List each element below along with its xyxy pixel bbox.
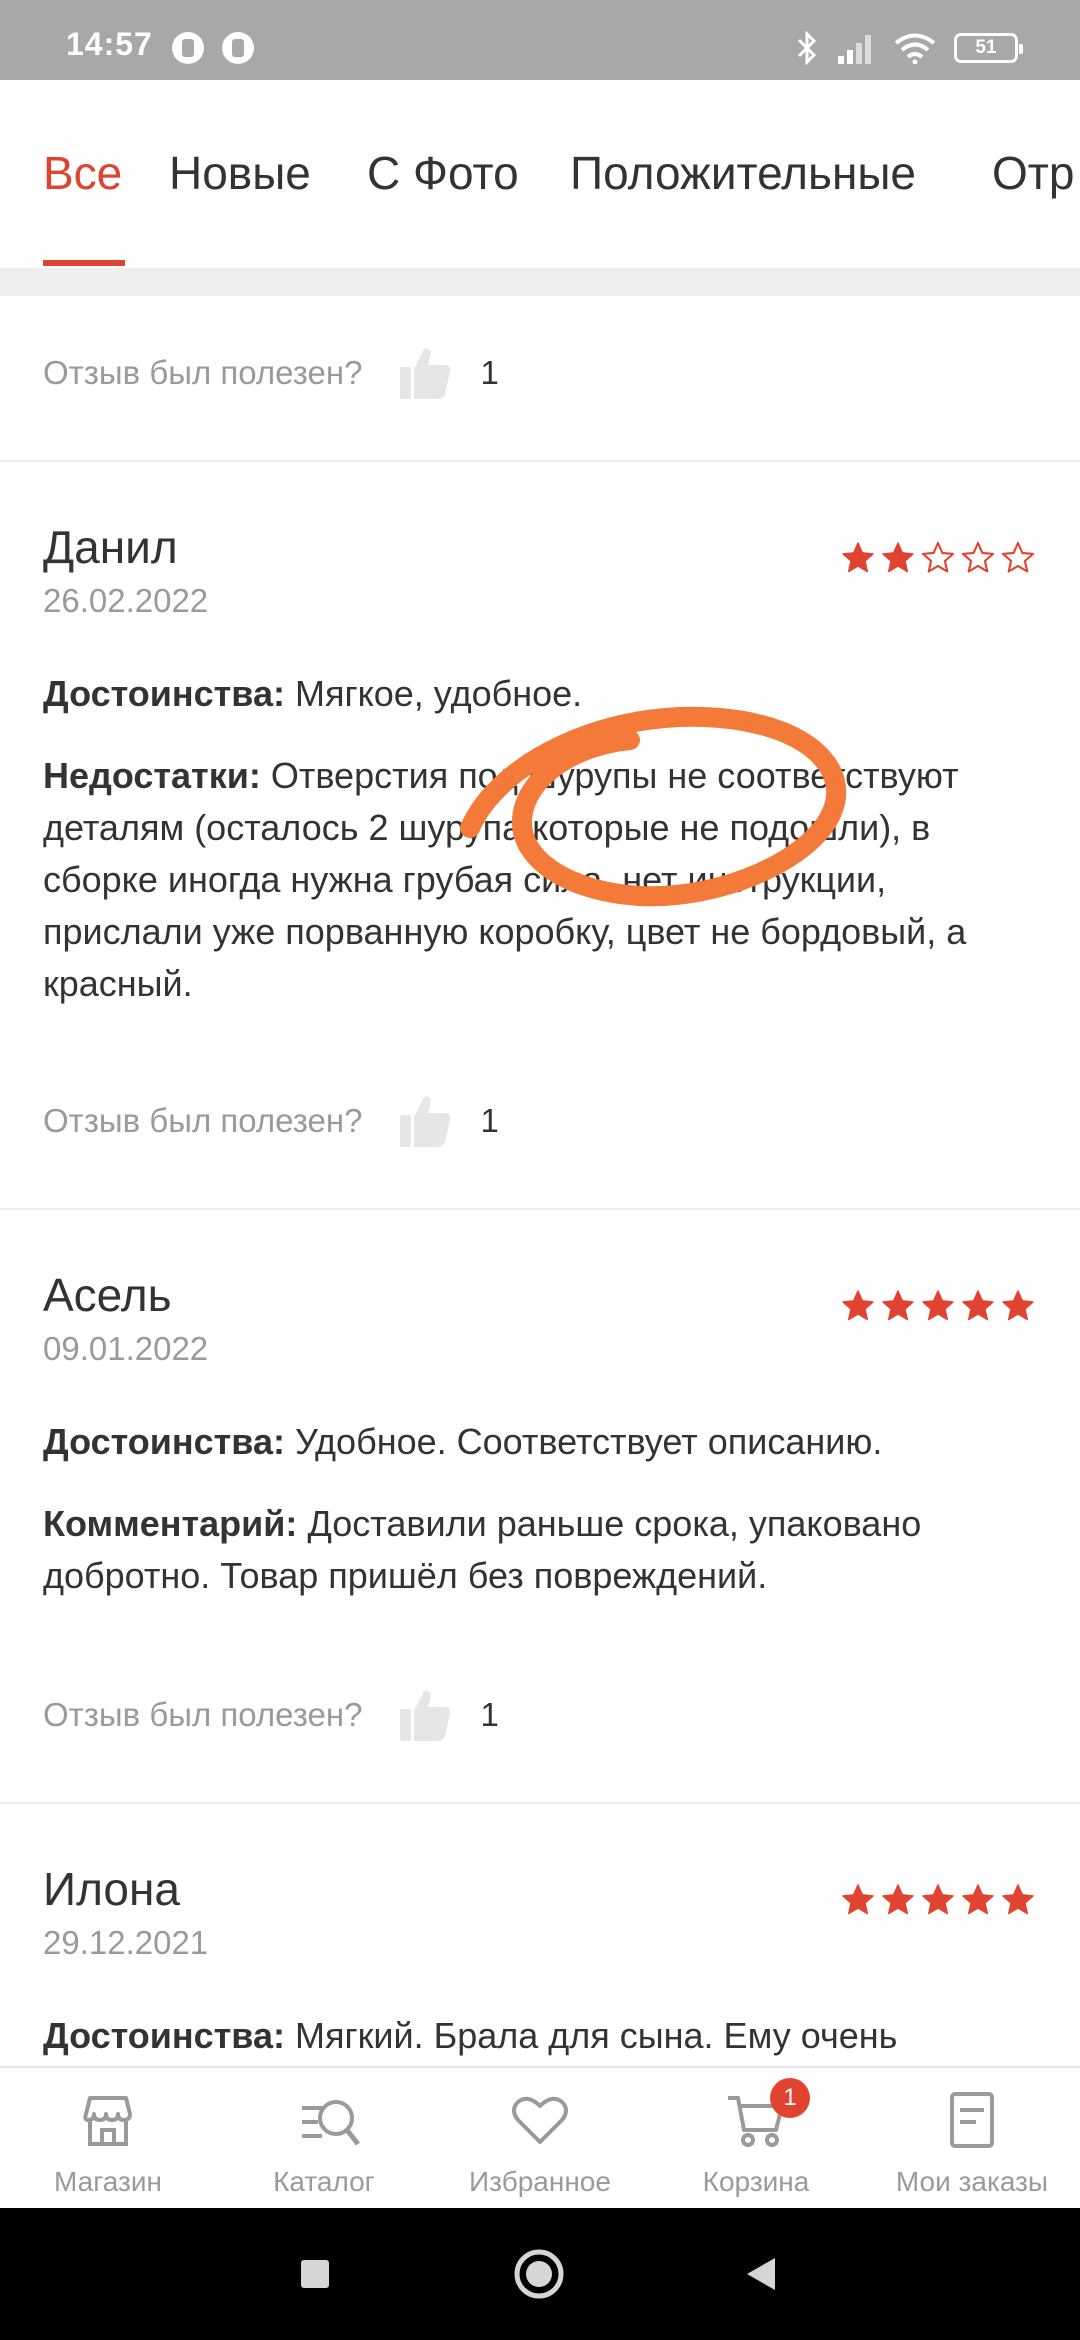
wifi-icon: [894, 32, 936, 64]
star-filled-icon: [1002, 1290, 1034, 1321]
catalog-search-icon: [302, 2100, 360, 2146]
star-empty-icon: [1001, 541, 1035, 573]
section-divider: [0, 268, 1080, 296]
battery-icon: 51: [954, 33, 1023, 63]
pros-label: Достоинства:: [43, 2015, 285, 2056]
helpful-row: Отзыв был полезен? 1: [43, 1680, 499, 1750]
triangle-back-icon: [747, 2258, 775, 2290]
helpful-count: 1: [480, 1696, 499, 1733]
status-time: 14:57: [66, 26, 153, 62]
tab-negative[interactable]: Отр: [992, 146, 1074, 200]
cellular-signal-icon: [836, 32, 876, 64]
review-pros: Достоинства: Мягкое, удобное.: [43, 668, 1033, 720]
thumbs-up-icon[interactable]: [398, 1093, 452, 1149]
pros-label: Достоинства:: [43, 1421, 285, 1462]
review-date: 29.12.2021: [43, 1924, 209, 1961]
nav-favorites[interactable]: Избранное: [432, 2068, 648, 2210]
nav-label: Корзина: [702, 2166, 810, 2197]
thumbs-up-icon[interactable]: [398, 345, 452, 401]
store-icon: [83, 2096, 132, 2146]
rating-stars: [840, 1288, 1036, 1324]
review-divider: [0, 1208, 1080, 1210]
pros-text: Мягкий. Брала для сына. Ему очень: [294, 2015, 898, 2056]
nav-my-orders[interactable]: Мои заказы: [864, 2068, 1080, 2210]
nav-catalog[interactable]: Каталог: [216, 2068, 432, 2210]
star-filled-icon: [882, 1884, 914, 1915]
review-author: Асель: [43, 1269, 172, 1321]
review-author: Илона: [43, 1863, 180, 1915]
helpful-row: Отзыв был полезен? 1: [43, 338, 499, 408]
star-empty-icon: [961, 541, 995, 573]
pros-label: Достоинства:: [43, 673, 285, 714]
star-filled-icon: [882, 1290, 914, 1321]
review-cons: Недостатки: Отверстия под шурупы не соот…: [43, 750, 1033, 1010]
active-tab-indicator: [43, 260, 125, 266]
nav-store[interactable]: Магазин: [0, 2068, 216, 2210]
pros-text: Удобное. Соответствует описанию.: [294, 1421, 883, 1462]
square-icon: [301, 2260, 329, 2288]
tab-all[interactable]: Все: [43, 146, 122, 200]
star-filled-icon: [842, 1884, 874, 1915]
orders-icon: [950, 2092, 994, 2148]
review-date: 26.02.2022: [43, 582, 209, 619]
star-filled-icon: [922, 1884, 954, 1915]
bluetooth-icon: [796, 31, 818, 65]
review-filter-tabs: Все Новые С Фото Положительные Отр: [0, 80, 1080, 268]
thumbs-up-icon[interactable]: [398, 1687, 452, 1743]
helpful-count: 1: [480, 354, 499, 391]
star-filled-icon: [962, 1290, 994, 1321]
tab-new[interactable]: Новые: [169, 146, 311, 200]
notification-app-icon: [222, 32, 254, 64]
review-divider: [0, 1802, 1080, 1804]
review-divider: [0, 460, 1080, 462]
star-filled-icon: [842, 542, 874, 573]
cons-label: Недостатки:: [43, 755, 261, 796]
review-pros: Достоинства: Мягкий. Брала для сына. Ему…: [43, 2010, 1033, 2062]
pros-text: Мягкое, удобное.: [294, 673, 583, 714]
helpful-question: Отзыв был полезен?: [43, 1696, 363, 1733]
star-filled-icon: [962, 1884, 994, 1915]
recents-button[interactable]: [270, 2208, 360, 2340]
star-filled-icon: [882, 542, 914, 573]
back-button[interactable]: [716, 2208, 806, 2340]
helpful-row: Отзыв был полезен? 1: [43, 1086, 499, 1156]
heart-icon: [512, 2096, 568, 2144]
nav-label: Каталог: [273, 2166, 375, 2197]
rating-stars: [840, 1882, 1036, 1918]
review-date: 09.01.2022: [43, 1330, 209, 1367]
star-filled-icon: [842, 1290, 874, 1321]
star-filled-icon: [1002, 1884, 1034, 1915]
nav-label: Мои заказы: [895, 2166, 1049, 2197]
circle-icon: [514, 2249, 564, 2299]
nav-label: Избранное: [469, 2166, 611, 2197]
notification-app-icon: [172, 32, 204, 64]
tab-with-photo[interactable]: С Фото: [367, 146, 519, 200]
helpful-count: 1: [480, 1102, 499, 1139]
review-comment: Комментарий: Доставили раньше срока, упа…: [43, 1498, 1033, 1602]
bottom-navigation: Магазин Каталог Избранное 1 Корзина Мои …: [0, 2066, 1080, 2208]
comment-label: Комментарий:: [43, 1503, 298, 1544]
cart-count-badge: 1: [770, 2078, 810, 2118]
status-bar: 14:57 51: [0, 0, 1080, 80]
rating-stars: [840, 540, 1036, 576]
star-filled-icon: [922, 1290, 954, 1321]
status-icons: 51: [796, 28, 1023, 68]
helpful-question: Отзыв был полезен?: [43, 354, 363, 391]
home-button[interactable]: [494, 2208, 584, 2340]
tab-positive[interactable]: Положительные: [570, 146, 916, 200]
nav-label: Магазин: [53, 2166, 162, 2197]
system-navigation-bar: [0, 2208, 1080, 2340]
review-pros: Достоинства: Удобное. Соответствует опис…: [43, 1416, 1033, 1468]
nav-cart[interactable]: 1 Корзина: [648, 2068, 864, 2210]
helpful-question: Отзыв был полезен?: [43, 1102, 363, 1139]
review-author: Данил: [43, 521, 178, 573]
star-empty-icon: [921, 541, 955, 573]
